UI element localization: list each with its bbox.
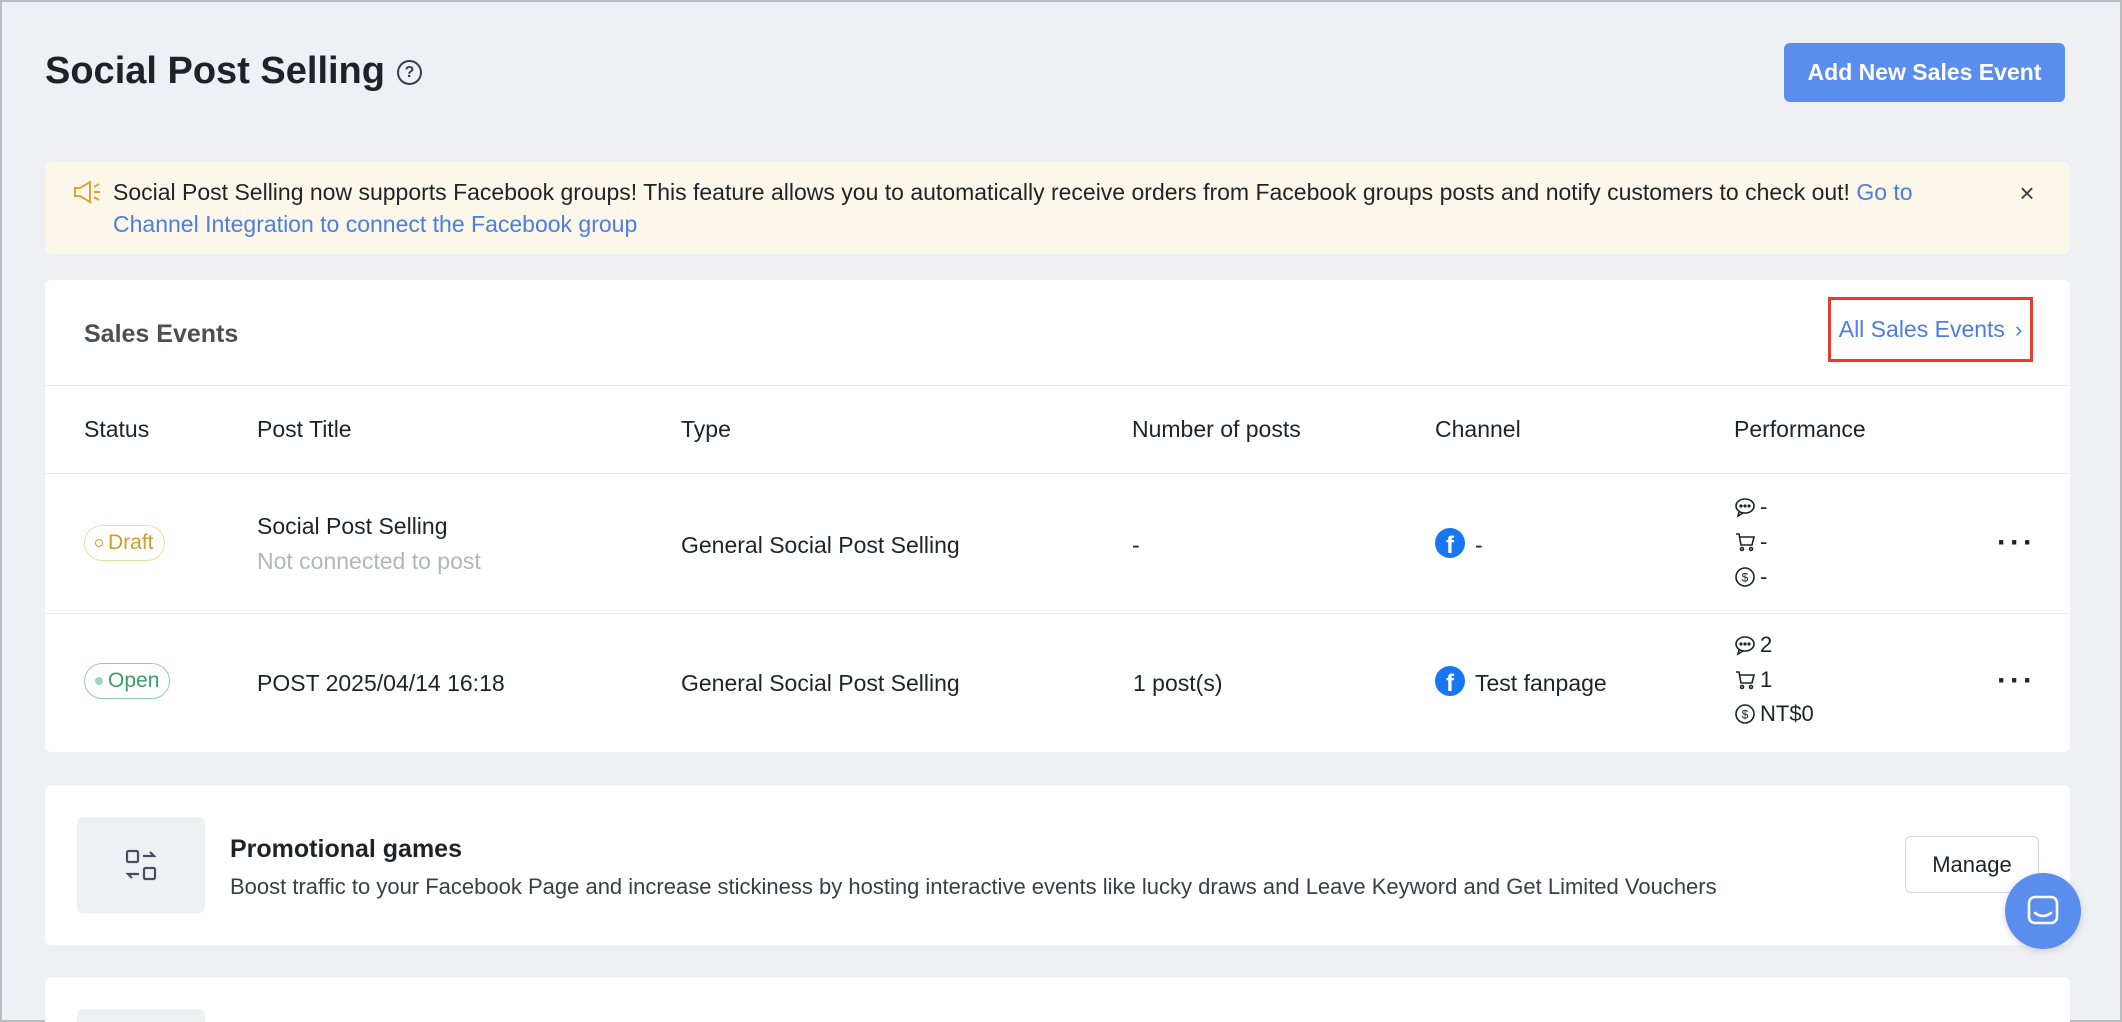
number-of-posts: 1 post(s) [1133, 670, 1223, 696]
chevron-right-icon: › [2014, 316, 2023, 342]
post-subtitle: Not connected to post [257, 548, 481, 574]
channel-name: - [1475, 532, 1483, 558]
status-dot [95, 677, 103, 685]
add-new-sales-event-button[interactable]: Add New Sales Event [1784, 43, 2065, 102]
status-badge-draft: Draft [84, 525, 165, 561]
column-header-performance: Performance [1734, 416, 1866, 442]
status-dot [95, 539, 103, 547]
promo-title: Promotional games [230, 835, 462, 863]
event-type: General Social Post Selling [681, 670, 960, 696]
perf-revenue-value: - [1760, 564, 1768, 589]
perf-comments-value: 2 [1760, 632, 1773, 657]
status-badge-open: Open [84, 663, 171, 699]
chat-support-button[interactable] [2005, 873, 2081, 949]
sales-events-card: Sales Events All Sales Events › Status P… [45, 280, 2070, 752]
number-of-posts: - [1132, 532, 1140, 558]
facebook-icon: f [1435, 666, 1465, 696]
swap-icon [125, 849, 157, 881]
card-icon-placeholder [77, 1009, 205, 1022]
cart-icon [1736, 671, 1756, 690]
post-title[interactable]: POST 2025/04/14 16:18 [257, 670, 505, 697]
status-label: Open [108, 669, 160, 692]
facebook-icon: f [1435, 528, 1465, 558]
perf-orders-value: 1 [1760, 667, 1773, 692]
post-title[interactable]: Social Post Selling [257, 513, 448, 540]
perf-comments: - [1734, 490, 1767, 524]
close-icon[interactable]: × [2014, 180, 2040, 206]
svg-text:$: $ [1742, 708, 1749, 722]
sales-events-title: Sales Events [84, 320, 239, 348]
all-sales-events-label: All Sales Events [1838, 316, 2005, 342]
promo-icon-box [77, 817, 205, 913]
perf-orders-value: - [1760, 529, 1768, 554]
divider [45, 613, 2070, 614]
page-title: Social Post Selling [45, 50, 385, 92]
perf-revenue-value: NT$0 [1760, 701, 1814, 726]
promotional-games-card: Promotional games Boost traffic to your … [45, 785, 2070, 945]
cart-icon [1736, 533, 1756, 552]
column-header-type: Type [681, 416, 731, 442]
perf-revenue: $ NT$0 [1734, 697, 1814, 731]
perf-orders: 1 [1734, 663, 1772, 697]
comment-icon [1735, 636, 1755, 656]
divider [45, 385, 2070, 386]
promo-description: Boost traffic to your Facebook Page and … [230, 874, 1717, 899]
perf-comments: 2 [1734, 628, 1772, 662]
next-card [45, 977, 2070, 1022]
more-actions-icon[interactable]: ··· [1997, 666, 2036, 696]
perf-comments-value: - [1760, 494, 1768, 519]
dollar-circle-icon: $ [1735, 567, 1755, 587]
channel-name: Test fanpage [1475, 670, 1607, 696]
dollar-circle-icon: $ [1735, 704, 1755, 724]
banner-text: Social Post Selling now supports Faceboo… [113, 179, 1857, 205]
megaphone-icon [74, 180, 100, 204]
column-header-number-of-posts: Number of posts [1132, 416, 1301, 442]
divider [45, 473, 2070, 474]
svg-text:$: $ [1742, 571, 1749, 585]
column-header-post-title: Post Title [257, 416, 352, 442]
perf-orders: - [1734, 525, 1767, 559]
column-header-status: Status [84, 416, 150, 442]
column-header-channel: Channel [1435, 416, 1521, 442]
comment-icon [1735, 498, 1755, 518]
announcement-banner: Social Post Selling now supports Faceboo… [45, 162, 2070, 254]
all-sales-events-link[interactable]: All Sales Events › [1828, 297, 2033, 362]
page-header: Social Post Selling ? [45, 50, 422, 93]
more-actions-icon[interactable]: ··· [1997, 528, 2036, 558]
chat-icon [2027, 895, 2059, 925]
status-label: Draft [108, 531, 154, 554]
help-icon[interactable]: ? [396, 60, 422, 85]
event-type: General Social Post Selling [681, 532, 960, 558]
perf-revenue: $ - [1734, 560, 1767, 594]
